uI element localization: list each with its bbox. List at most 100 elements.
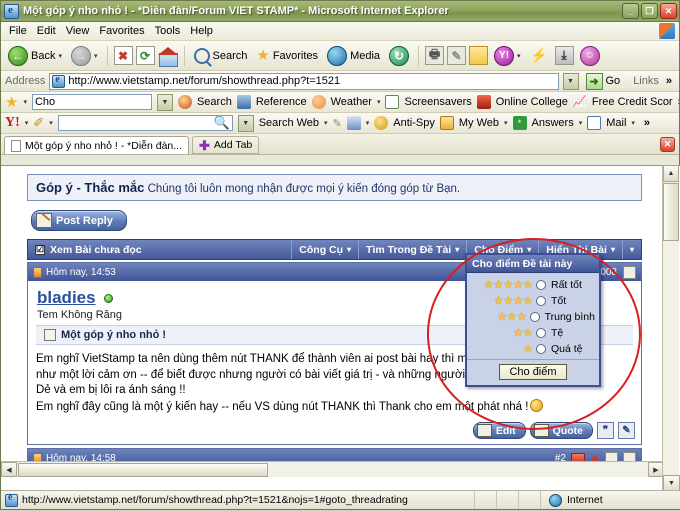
horizontal-scroll-thumb[interactable]	[18, 462, 268, 477]
companion-search-dropdown-icon[interactable]: ▼	[156, 93, 173, 111]
menu-item-view[interactable]: View	[66, 25, 90, 37]
search-web-label[interactable]: Search Web	[259, 117, 319, 129]
companion-star-icon[interactable]: ★	[5, 95, 18, 110]
anti-spy-label[interactable]: Anti-Spy	[393, 117, 435, 129]
status-bar: http://www.vietstamp.net/forum/showthrea…	[1, 490, 680, 509]
refresh-icon[interactable]: ⟳	[135, 46, 155, 65]
rating-options-list: ★ ★ ★ ★ ★ Rất tốt ★ ★ ★ ★ Tốt ★ ★ ★ Trung bình ★ ★…	[467, 273, 599, 359]
horizontal-scrollbar[interactable]: ◀ ▶	[1, 461, 664, 477]
pencil-icon[interactable]: ✐	[33, 115, 44, 131]
forward-button[interactable]: → ▾	[68, 45, 101, 67]
reply-with-quote-button[interactable]: ✎	[618, 422, 635, 439]
menu-item-help[interactable]: Help	[190, 25, 213, 37]
more-menu[interactable]: ▾	[621, 240, 641, 259]
tab-thread[interactable]: Một góp ý nho nhỏ ! - *Diễn đàn...	[4, 136, 190, 154]
home-icon[interactable]	[157, 46, 178, 67]
companion-overflow-icon[interactable]: »	[678, 96, 679, 108]
browser-window: Một góp ý nho nhỏ ! - *Diễn đàn/Forum VI…	[0, 0, 680, 510]
close-button[interactable]: ✕	[660, 3, 677, 19]
post-number-icon[interactable]	[623, 265, 636, 279]
yahoo-search-dropdown-icon[interactable]: ▼	[237, 114, 254, 132]
rating-option-row[interactable]: ★ ★ ★ Trung bình	[471, 309, 595, 325]
address-input[interactable]: http://www.vietstamp.net/forum/showthrea…	[49, 72, 559, 90]
pencil-dropdown-icon[interactable]: ▾	[49, 119, 53, 127]
mail-dropdown-icon[interactable]: ▾	[631, 119, 635, 127]
companion-screensavers-label[interactable]: Screensavers	[404, 96, 471, 108]
popup-blocker-icon[interactable]	[346, 116, 361, 130]
rating-radio[interactable]	[536, 344, 546, 354]
menu-item-file[interactable]: File	[9, 25, 27, 37]
companion-search-input[interactable]: Cho	[31, 94, 152, 110]
yahoo-overflow-icon[interactable]: »	[644, 117, 650, 129]
submit-rating-button[interactable]: Cho điểm	[499, 364, 567, 380]
multiquote-button[interactable]: ❞	[597, 422, 614, 439]
close-tab-button[interactable]: ✕	[660, 137, 675, 152]
links-overflow-icon[interactable]: »	[663, 75, 675, 87]
companion-weather-label[interactable]: Weather	[331, 96, 372, 108]
emoticon-button[interactable]: ☺	[577, 45, 603, 67]
my-web-dropdown-icon[interactable]: ▾	[504, 119, 508, 127]
companion-star-dropdown-icon[interactable]: ▾	[23, 98, 27, 106]
menu-item-edit[interactable]: Edit	[37, 25, 56, 37]
scroll-up-button[interactable]: ▲	[663, 165, 679, 182]
forum-banner-title: Góp ý - Thắc mắc	[36, 180, 145, 195]
add-tab-button[interactable]: ✚ Add Tab	[192, 136, 260, 154]
rating-radio[interactable]	[529, 312, 540, 322]
media-button[interactable]: Media	[324, 45, 383, 67]
favorites-button[interactable]: ★ Favorites	[253, 47, 321, 64]
rating-option-row[interactable]: ★ ★ ★ ★ ★ Rất tốt	[471, 277, 595, 293]
attachment-icon[interactable]: ✎	[333, 117, 342, 130]
search-button[interactable]: Search	[191, 47, 251, 65]
print-icon[interactable]: 🖶	[425, 46, 445, 65]
post-reply-button[interactable]: Post Reply	[31, 210, 127, 231]
download-icon[interactable]: ⤓	[554, 46, 574, 65]
smiley-icon: ☺	[579, 45, 600, 66]
answers-dropdown-icon[interactable]: ▾	[579, 119, 583, 127]
vertical-scrollbar[interactable]: ▲ ▼	[662, 165, 680, 492]
companion-search-label[interactable]: Search	[197, 96, 232, 108]
vertical-scroll-thumb[interactable]	[663, 183, 679, 241]
thread-tools-menu[interactable]: Công Cụ ▾	[291, 240, 358, 259]
rating-option-row[interactable]: ★ ★ Tệ	[471, 325, 595, 341]
address-dropdown-icon[interactable]: ▼	[562, 72, 579, 90]
quote-button[interactable]: Quote	[529, 422, 593, 439]
yahoo-logo-dropdown-icon[interactable]: ▾	[25, 119, 29, 127]
stop-icon[interactable]: ✖	[113, 46, 133, 65]
weather-dropdown-icon[interactable]: ▾	[377, 98, 381, 106]
links-label[interactable]: Links	[627, 75, 659, 87]
messenger-button[interactable]: ⚡	[527, 45, 552, 66]
companion-college-label[interactable]: Online College	[496, 96, 568, 108]
go-button[interactable]: ➜ Go	[583, 72, 624, 90]
companion-reference-label[interactable]: Reference	[256, 96, 307, 108]
yahoo-dropdown-icon[interactable]: ▾	[517, 52, 521, 60]
menu-item-tools[interactable]: Tools	[155, 25, 181, 37]
rating-radio[interactable]	[536, 280, 546, 290]
answers-label[interactable]: Answers	[532, 117, 574, 129]
my-web-label[interactable]: My Web	[459, 117, 499, 129]
rating-radio[interactable]	[536, 328, 546, 338]
search-thread-menu[interactable]: Tìm Trong Đề Tài ▾	[358, 240, 466, 259]
mail-label[interactable]: Mail	[606, 117, 626, 129]
yahoo-search-input[interactable]: 🔍	[57, 115, 233, 131]
menu-item-favorites[interactable]: Favorites	[99, 25, 144, 37]
rating-option-row[interactable]: ★ Quá tệ	[471, 341, 595, 357]
minimize-button[interactable]: _	[622, 3, 639, 19]
yahoo-logo-icon[interactable]: Y!	[5, 115, 20, 131]
history-button[interactable]: ↻	[386, 45, 412, 67]
back-dropdown-icon[interactable]: ▾	[58, 52, 62, 60]
yahoo-messenger-button[interactable]: Y! ▾	[491, 45, 524, 67]
back-button[interactable]: ← Back ▾	[5, 45, 65, 67]
maximize-button[interactable]: ❐	[641, 3, 658, 19]
search-web-dropdown-icon[interactable]: ▾	[324, 119, 328, 127]
companion-credit-label[interactable]: Free Credit Scor	[592, 96, 673, 108]
notes-icon[interactable]	[469, 46, 489, 65]
popup-blocker-dropdown-icon[interactable]: ▾	[366, 119, 370, 127]
rating-radio[interactable]	[536, 296, 546, 306]
scroll-left-button[interactable]: ◀	[1, 462, 17, 477]
globe-icon	[549, 493, 562, 507]
edit-button[interactable]: Edit	[472, 422, 526, 439]
browser-toolbar: ← Back ▾ → ▾ ✖ ⟳ Search ★ Favorites Medi…	[1, 41, 679, 71]
username-link[interactable]: bladies	[37, 288, 96, 307]
unread-posts-button[interactable]: ☑ Xem Bài chưa đọc	[28, 240, 291, 259]
rating-option-row[interactable]: ★ ★ ★ ★ Tốt	[471, 293, 595, 309]
